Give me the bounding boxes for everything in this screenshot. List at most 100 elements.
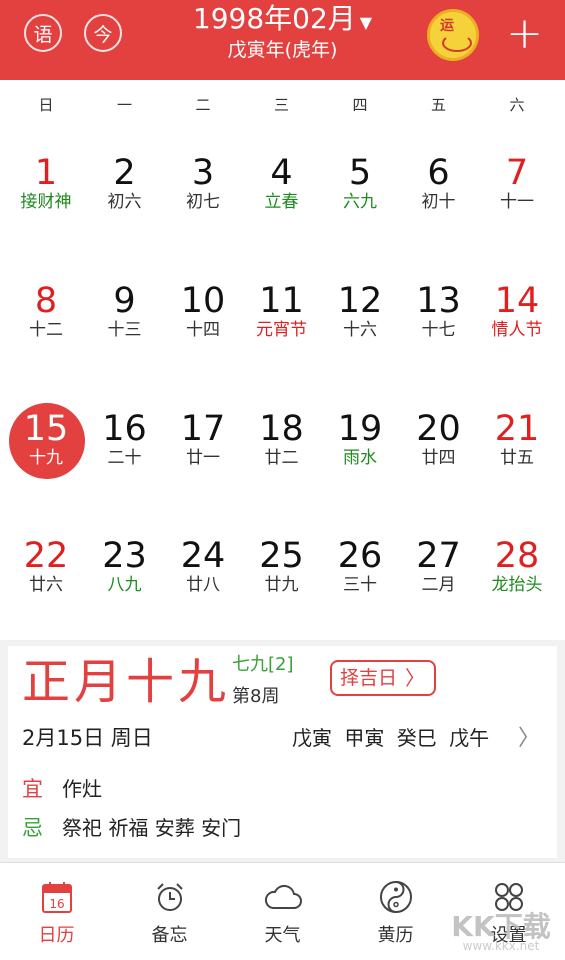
auspicious-day-label: 择吉日 [340, 667, 398, 689]
lunar-day: 十六 [343, 320, 377, 340]
day-number: 6 [427, 153, 450, 193]
ganzhi-line[interactable]: 戊寅 甲寅 癸巳 戊午 [292, 722, 489, 751]
day-number: 21 [494, 409, 540, 449]
language-button[interactable]: 语 [24, 14, 62, 52]
day-cell[interactable]: 5 六九 [320, 154, 400, 244]
lunar-day: 初六 [107, 192, 142, 212]
lunar-day: 廿九 [264, 575, 299, 595]
fortune-badge-icon[interactable]: 运 [427, 9, 479, 61]
app-header: 语 今 1998年02月 ▼ 戊寅年(虎年) 运 + [0, 0, 565, 80]
day-cell[interactable]: 10 十四 [163, 282, 243, 372]
watermark-logo: KK下载 www.kkx.net [441, 905, 561, 955]
weekday-label: 四 [352, 96, 368, 114]
day-number: 15 [23, 409, 69, 449]
day-cell[interactable]: 13 十七 [399, 282, 479, 372]
day-cell[interactable]: 27 二月 [399, 537, 479, 627]
day-cell[interactable]: 28 龙抬头 [477, 537, 557, 627]
day-number: 8 [34, 281, 58, 321]
calendar-icon-day: 16 [49, 897, 64, 911]
chevron-right-icon[interactable]: 〉 [518, 720, 540, 752]
day-cell[interactable]: 23 八九 [85, 537, 165, 627]
lunar-day: 廿五 [500, 448, 534, 468]
day-cell[interactable]: 2 初六 [85, 154, 165, 244]
chevron-right-icon: 〉 [405, 666, 425, 690]
solar-date: 2月15日 周日 [22, 726, 153, 750]
day-number: 12 [337, 281, 383, 321]
jiu-period: 七九[2] [232, 654, 294, 675]
yi-activities: 作灶 [62, 777, 102, 801]
day-cell[interactable]: 24 廿八 [163, 537, 243, 627]
ji-activities: 祭祀 祈福 安葬 安门 [62, 816, 242, 840]
day-cell[interactable]: 21 廿五 [477, 410, 557, 500]
tab-almanac[interactable]: 黄历 [339, 877, 452, 947]
day-cell[interactable]: 4 立春 [242, 154, 322, 244]
lunar-day: 龙抬头 [491, 575, 543, 595]
day-cell[interactable]: 18 廿二 [242, 410, 322, 500]
day-cell[interactable]: 26 三十 [320, 537, 400, 627]
day-number: 27 [416, 536, 461, 576]
day-cell[interactable]: 9 十三 [85, 282, 165, 372]
lunar-day: 二月 [421, 575, 456, 595]
tab-memo[interactable]: 备忘 [113, 877, 226, 947]
yin-yang-icon [379, 881, 412, 913]
lunar-day: 三十 [343, 575, 377, 595]
day-cell[interactable]: 8 十二 [6, 282, 86, 372]
day-cell[interactable]: 11 元宵节 [242, 282, 322, 372]
month-selector[interactable]: 1998年02月 ▼ 戊寅年(虎年) [140, 0, 425, 63]
cloud-icon [264, 884, 302, 909]
tab-weather[interactable]: 天气 [226, 877, 339, 947]
day-cell[interactable]: 25 廿九 [242, 537, 322, 627]
lunar-day: 廿六 [29, 575, 63, 595]
day-cell[interactable]: 6 初十 [399, 154, 479, 244]
lunar-day: 立春 [264, 192, 299, 212]
day-number: 1 [34, 153, 58, 193]
week-number: 第8周 [232, 686, 280, 707]
day-cell[interactable]: 7 十一 [477, 154, 557, 244]
day-cell[interactable]: 3 初七 [163, 154, 243, 244]
lunar-day: 十四 [186, 320, 220, 340]
day-number: 13 [416, 281, 461, 321]
tab-calendar[interactable]: 16 日历 [0, 877, 113, 947]
ji-label: 忌 [22, 816, 43, 840]
day-cell[interactable]: 16 二十 [85, 410, 165, 500]
weekday-label: 五 [430, 96, 446, 114]
day-number: 3 [191, 153, 215, 193]
lunar-day: 雨水 [343, 448, 377, 468]
lunar-day: 廿一 [186, 448, 220, 468]
today-button[interactable]: 今 [84, 14, 122, 52]
day-number: 25 [259, 536, 304, 576]
day-cell[interactable]: 12 十六 [320, 282, 400, 372]
day-cell[interactable]: 17 廿一 [163, 410, 243, 500]
auspicious-day-button[interactable]: 择吉日 〉 [330, 660, 436, 696]
lunar-day: 接财神 [20, 192, 72, 212]
day-number: 5 [348, 153, 372, 193]
lunar-day: 初十 [421, 192, 456, 212]
tab-label: 备忘 [151, 925, 188, 946]
day-number: 7 [505, 153, 529, 193]
day-number: 9 [113, 281, 136, 321]
day-cell-selected[interactable]: 15 十九 [6, 410, 86, 500]
day-number: 20 [416, 409, 461, 449]
day-cell[interactable]: 14 情人节 [477, 282, 557, 372]
lunar-day: 廿八 [186, 575, 220, 595]
day-number: 22 [23, 536, 69, 576]
calendar-icon: 16 [41, 882, 72, 913]
day-cell[interactable]: 20 廿四 [399, 410, 479, 500]
lunar-day: 十二 [29, 320, 63, 340]
lunar-day: 六九 [343, 192, 377, 212]
fortune-badge-text: 运 [440, 18, 454, 34]
day-cell[interactable]: 22 廿六 [6, 537, 86, 627]
lunar-day: 初七 [186, 192, 220, 212]
ganzhi-year: 戊寅年(虎年) [227, 39, 338, 61]
day-number: 14 [494, 281, 540, 321]
day-cell[interactable]: 19 雨水 [320, 410, 400, 500]
day-cell[interactable]: 1 接财神 [6, 154, 86, 244]
lunar-day: 十九 [29, 448, 63, 468]
day-detail-card: 正月十九 七九[2] 第8周 择吉日 〉 2月15日 周日 戊寅 甲寅 癸巳 戊… [8, 646, 557, 858]
add-button[interactable]: + [506, 12, 543, 56]
lunar-day: 十七 [421, 320, 456, 340]
alarm-clock-icon [156, 883, 183, 911]
weekday-label: 一 [116, 96, 132, 114]
day-number: 16 [102, 409, 147, 449]
dragon-icon [442, 34, 472, 52]
